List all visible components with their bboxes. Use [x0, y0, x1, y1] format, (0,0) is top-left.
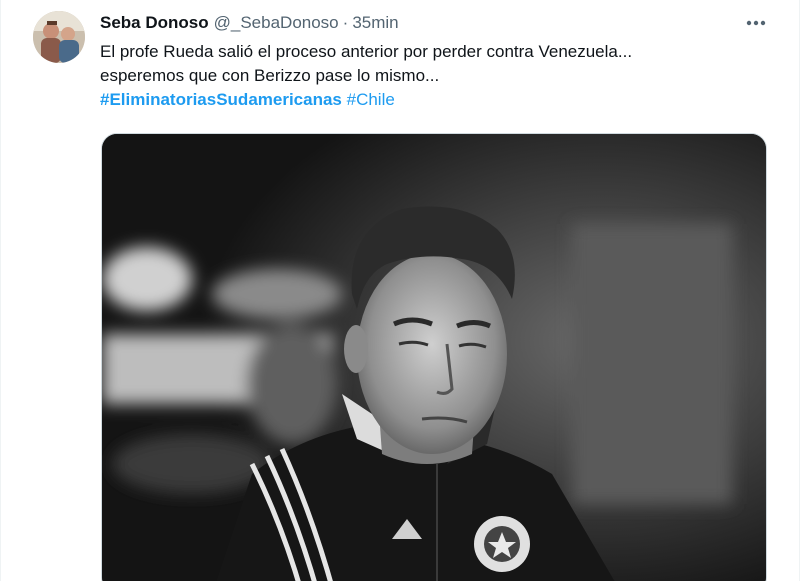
tweet-hashtags: #EliminatoriasSudamericanas #Chile — [100, 88, 770, 112]
tweet-text-line-2: esperemos que con Berizzo pase lo mismo.… — [100, 66, 440, 85]
tweet-card[interactable]: Seba Donoso @_SebaDonoso · 35min El prof… — [0, 0, 800, 581]
tweet-header: Seba Donoso @_SebaDonoso · 35min — [100, 12, 399, 34]
more-options-icon — [746, 20, 766, 26]
tweet-timestamp[interactable]: 35min — [352, 13, 398, 33]
header-separator: · — [342, 13, 349, 32]
avatar-image — [33, 11, 85, 63]
author-name[interactable]: Seba Donoso — [100, 13, 209, 33]
tweet-media-photo[interactable] — [101, 133, 767, 581]
author-handle[interactable]: @_SebaDonoso — [214, 13, 339, 33]
tweet-text-line-1: El profe Rueda salió el proceso anterior… — [100, 42, 633, 61]
photo-image — [102, 134, 766, 581]
hashtag-eliminatorias[interactable]: #EliminatoriasSudamericanas — [100, 90, 342, 109]
tweet-text: El profe Rueda salió el proceso anterior… — [100, 40, 770, 112]
hashtag-chile[interactable]: #Chile — [347, 90, 395, 109]
more-options-button[interactable] — [743, 13, 769, 33]
avatar[interactable] — [33, 11, 85, 63]
